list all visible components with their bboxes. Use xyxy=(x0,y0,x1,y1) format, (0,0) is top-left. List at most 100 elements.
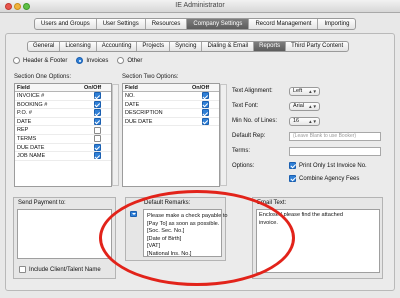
subtab-projects[interactable]: Projects xyxy=(137,42,171,51)
table-row[interactable]: JOB NAME xyxy=(15,152,111,161)
text-font-select[interactable]: Arial ▲▼ xyxy=(289,102,320,111)
field-name: DATE xyxy=(125,101,140,108)
option-label: Include Client/Talent Name xyxy=(29,266,101,273)
table-header: Field On/Off xyxy=(123,84,219,92)
on-off-cell xyxy=(83,100,111,109)
title-bar: IE Administrator xyxy=(0,0,400,13)
option-print-first-invoice[interactable]: Print Only 1st Invoice No. xyxy=(289,162,367,169)
select-value: 16 xyxy=(293,118,300,124)
tab-resources[interactable]: Resources xyxy=(146,19,188,29)
chevron-updown-icon: ▲▼ xyxy=(308,104,317,109)
on-off-cell xyxy=(191,109,219,117)
default-rep-label: Default Rep: xyxy=(232,133,266,139)
subtab-licensing[interactable]: Licensing xyxy=(60,42,97,51)
checkbox[interactable] xyxy=(93,135,101,143)
checkbox[interactable] xyxy=(201,100,209,108)
on-off-cell xyxy=(83,92,111,100)
tab-importing[interactable]: Importing xyxy=(318,19,355,29)
annotation-ellipse xyxy=(99,190,295,286)
table-row[interactable]: DATE xyxy=(123,100,219,110)
column-header-field: Field xyxy=(17,85,30,91)
checkbox[interactable] xyxy=(93,100,101,108)
send-payment-textarea[interactable] xyxy=(17,209,112,259)
include-client-talent-option[interactable]: Include Client/Talent Name xyxy=(19,266,101,273)
radio-header-footer[interactable]: Header & Footer xyxy=(13,57,67,64)
radio-invoices[interactable]: Invoices xyxy=(76,57,108,64)
column-header-on-off: On/Off xyxy=(84,84,102,91)
tab-company-settings[interactable]: Company Settings xyxy=(187,19,250,29)
table-row[interactable]: DUE DATE xyxy=(15,143,111,153)
option-label: Combine Agency Fees xyxy=(299,175,360,182)
checkbox[interactable] xyxy=(93,118,101,126)
table-row[interactable]: TERMS xyxy=(15,135,111,144)
tab-user-settings[interactable]: User Settings xyxy=(97,19,146,29)
min-lines-select[interactable]: 16 ▲▼ xyxy=(289,117,320,126)
table-row[interactable]: BOOKING # xyxy=(15,100,111,110)
on-off-cell xyxy=(83,143,111,152)
table-row[interactable]: DUE DATE xyxy=(123,118,219,127)
text-font-label: Text Font: xyxy=(232,103,259,109)
checkbox[interactable] xyxy=(93,109,101,117)
section-one-label: Section One Options: xyxy=(14,74,72,80)
field-name: P.O. # xyxy=(17,110,32,117)
subtab-general[interactable]: General xyxy=(28,42,61,51)
table-row[interactable]: DATE xyxy=(15,118,111,127)
send-payment-title: Send Payment to: xyxy=(18,200,66,206)
options-label: Options: xyxy=(232,163,255,169)
radio-button[interactable] xyxy=(76,57,84,64)
tab-users-and-groups[interactable]: Users and Groups xyxy=(35,19,97,29)
table-header: Field On/Off xyxy=(15,84,111,92)
on-off-cell xyxy=(83,135,111,143)
checkbox[interactable] xyxy=(93,92,101,100)
radio-button[interactable] xyxy=(117,57,125,64)
min-lines-label: Min No. of Lines: xyxy=(232,118,278,124)
text-alignment-select[interactable]: Left ▲▼ xyxy=(289,87,320,96)
checkbox[interactable] xyxy=(93,143,101,151)
field-name: INVOICE # xyxy=(17,93,45,99)
checkbox[interactable] xyxy=(201,118,209,126)
checkbox[interactable] xyxy=(201,92,209,100)
on-off-cell xyxy=(83,118,111,126)
tab-record-management[interactable]: Record Management xyxy=(249,19,319,29)
subtab-accounting[interactable]: Accounting xyxy=(97,42,138,51)
subtab-third-party-content[interactable]: Third Party Content xyxy=(286,42,348,51)
terms-field[interactable] xyxy=(289,147,381,156)
section-two-scrollbar[interactable] xyxy=(220,84,227,186)
table-row[interactable]: DESCRIPTION xyxy=(123,109,219,118)
section-two-label: Section Two Options: xyxy=(122,74,179,80)
radio-button[interactable] xyxy=(13,57,20,64)
field-name: DUE DATE xyxy=(125,118,153,125)
on-off-cell xyxy=(191,100,219,109)
main-tab-bar: Users and Groups User Settings Resources Co… xyxy=(34,18,357,30)
checkbox[interactable] xyxy=(19,266,26,273)
column-header-on-off: On/Off xyxy=(192,84,210,91)
table-row[interactable]: INVOICE # xyxy=(15,92,111,101)
checkbox[interactable] xyxy=(93,152,101,160)
radio-label: Other xyxy=(127,57,143,64)
subtab-syncing[interactable]: Syncing xyxy=(170,42,203,51)
radio-label: Header & Footer xyxy=(23,57,68,64)
radio-other[interactable]: Other xyxy=(117,57,142,64)
window-title: IE Administrator xyxy=(175,2,225,9)
default-rep-field[interactable]: (Leave Blank to use Booker) xyxy=(289,132,381,141)
section-one-scrollbar[interactable] xyxy=(112,84,119,186)
checkbox[interactable] xyxy=(201,109,209,117)
field-name: TERMS xyxy=(17,135,37,142)
terms-label: Terms: xyxy=(232,148,250,154)
checkbox[interactable] xyxy=(289,162,296,169)
subtab-dialing-email[interactable]: Dialing & Email xyxy=(202,42,255,51)
chevron-updown-icon: ▲▼ xyxy=(308,119,317,124)
field-name: DATE xyxy=(17,118,32,125)
option-combine-agency-fees[interactable]: Combine Agency Fees xyxy=(289,175,359,182)
field-name: BOOKING # xyxy=(17,101,48,108)
select-value: Arial xyxy=(293,103,305,109)
select-value: Left xyxy=(293,88,303,94)
report-type-radio-group: Header & Footer Invoices Other xyxy=(13,57,142,64)
subtab-reports[interactable]: Reports xyxy=(254,42,287,51)
checkbox[interactable] xyxy=(289,175,296,182)
table-row[interactable]: NO. xyxy=(123,92,219,101)
option-label: Print Only 1st Invoice No. xyxy=(299,162,367,169)
table-row[interactable]: P.O. # xyxy=(15,109,111,118)
checkbox[interactable] xyxy=(93,126,101,134)
table-row[interactable]: REP xyxy=(15,126,111,135)
